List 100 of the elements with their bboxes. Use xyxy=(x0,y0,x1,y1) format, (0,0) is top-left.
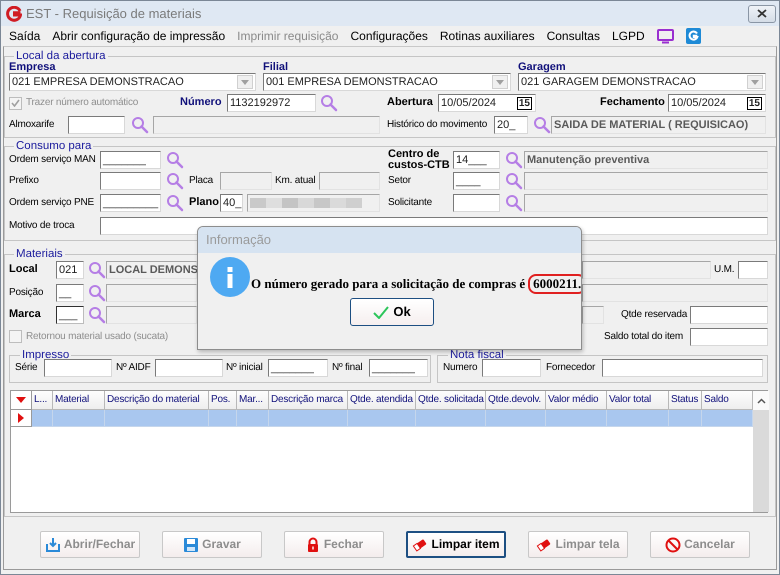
dialog-title: Informação xyxy=(198,227,581,253)
input-field[interactable]: _______ xyxy=(100,151,161,169)
readonly-field[interactable] xyxy=(319,172,380,190)
readonly-field[interactable] xyxy=(153,116,380,134)
input-field[interactable]: _________ xyxy=(100,194,161,212)
menu-item[interactable]: Rotinas auxiliares xyxy=(440,28,535,44)
input-field[interactable] xyxy=(155,359,223,377)
group-title: Nota fiscal xyxy=(449,350,505,361)
data-grid[interactable]: L... Material Descrição do material Pos. Mar... Descrição marca Qtde. atendida Qtde. solicitada Qtde.devolv. Valor médio Valor total Status Saldo xyxy=(10,390,768,513)
close-icon xyxy=(757,9,767,18)
field-label: Plano xyxy=(189,196,220,210)
input-field[interactable]: ____ xyxy=(453,172,500,190)
readonly-field[interactable] xyxy=(582,306,604,324)
field-label: Km. atual xyxy=(275,175,316,187)
readonly-field[interactable] xyxy=(582,284,768,302)
search-icon[interactable] xyxy=(88,306,106,324)
readonly-field[interactable] xyxy=(220,172,272,190)
field-label: Filial xyxy=(263,60,290,74)
dropdown-field[interactable]: 001 EMPRESA DEMONSTRACAO xyxy=(263,73,511,91)
input-field[interactable] xyxy=(738,261,768,279)
row-indicator-icon xyxy=(18,413,24,423)
caret-icon xyxy=(496,80,504,84)
readonly-field[interactable] xyxy=(524,172,768,190)
input-field[interactable] xyxy=(68,116,125,134)
readonly-field[interactable] xyxy=(106,284,197,302)
calendar-button[interactable]: 15 xyxy=(516,96,532,110)
search-icon[interactable] xyxy=(166,194,184,212)
field-label: Número xyxy=(180,96,223,110)
scroll-up-icon[interactable] xyxy=(756,398,766,404)
field-label: Nº final xyxy=(332,362,364,374)
input-field[interactable] xyxy=(690,306,768,324)
close-button[interactable] xyxy=(748,4,776,22)
input-field[interactable] xyxy=(482,359,541,377)
menu-item[interactable]: LGPD xyxy=(612,28,645,44)
search-icon[interactable] xyxy=(88,284,106,302)
input-field[interactable]: 021 xyxy=(56,261,84,279)
menu-item[interactable]: Saída xyxy=(9,28,40,44)
dropdown-field[interactable]: 021 EMPRESA DEMONSTRACAO xyxy=(9,73,256,91)
field-label: Série xyxy=(15,362,38,374)
field-label: Posição xyxy=(9,287,44,299)
search-icon[interactable] xyxy=(166,172,184,190)
input-field[interactable]: _______ xyxy=(268,359,328,377)
field-label: Fornecedor xyxy=(546,362,596,374)
readonly-field[interactable]: Manutenção preventiva xyxy=(524,151,768,169)
input-field[interactable]: _______ xyxy=(369,359,428,377)
search-icon[interactable] xyxy=(505,172,523,190)
input-field[interactable]: 20_ xyxy=(494,116,528,134)
input-field[interactable] xyxy=(453,194,500,212)
checkbox-label: Retornou material usado (sucata) xyxy=(26,330,168,342)
no-entry-icon xyxy=(665,536,682,552)
search-icon[interactable] xyxy=(320,94,338,112)
field-label: Local xyxy=(9,263,39,277)
search-icon[interactable] xyxy=(505,151,523,169)
search-icon[interactable] xyxy=(131,116,149,134)
menu-item[interactable]: Abrir configuração de impressão xyxy=(52,28,226,44)
input-field[interactable]: 14___ xyxy=(453,151,500,169)
ok-button[interactable]: Ok xyxy=(350,298,434,326)
download-icon xyxy=(44,536,61,552)
readonly-field[interactable] xyxy=(106,306,197,324)
input-field[interactable] xyxy=(100,172,161,190)
search-icon[interactable] xyxy=(88,261,106,279)
input-field[interactable]: ___ xyxy=(56,306,84,324)
readonly-field[interactable] xyxy=(524,194,768,212)
checkbox-label: Trazer número automático xyxy=(26,97,138,109)
field-label: Solicitante xyxy=(388,197,433,209)
field-label: U.M. xyxy=(714,264,736,276)
field-label: Garagem xyxy=(518,60,567,74)
app-logo[interactable] xyxy=(686,28,701,44)
input-field[interactable] xyxy=(602,359,763,377)
field-label: Almoxarife xyxy=(9,119,56,131)
input-field[interactable]: __ xyxy=(56,284,84,302)
search-icon[interactable] xyxy=(505,194,523,212)
clear-item-button[interactable]: Limpar item xyxy=(406,531,506,558)
dropdown-arrow-icon[interactable] xyxy=(16,397,26,403)
field-label: Nº AIDF xyxy=(116,362,152,374)
search-icon[interactable] xyxy=(166,151,184,169)
row-selector[interactable] xyxy=(11,410,32,427)
field-label: Fechamento xyxy=(600,96,666,110)
scrollbar[interactable] xyxy=(753,391,769,512)
readonly-field[interactable] xyxy=(247,194,380,212)
date-field[interactable]: 10/05/2024 15 xyxy=(438,94,536,112)
field-label: Setor xyxy=(388,175,412,187)
calendar-button[interactable]: 15 xyxy=(746,96,762,110)
input-field[interactable]: 40_ xyxy=(220,194,243,212)
monitor-icon[interactable] xyxy=(656,28,674,44)
input-field[interactable] xyxy=(44,359,112,377)
readonly-field[interactable] xyxy=(582,261,711,279)
readonly-field[interactable]: SAIDA DE MATERIAL ( REQUISICAO) xyxy=(551,116,766,134)
menu-item[interactable]: Consultas xyxy=(546,28,600,44)
readonly-field[interactable]: LOCAL DEMONS xyxy=(106,261,197,279)
input-field[interactable]: 1132192972 xyxy=(227,94,316,112)
search-icon[interactable] xyxy=(533,116,551,134)
group-title: Materiais xyxy=(15,249,64,260)
field-label: Motivo de troca xyxy=(9,220,76,232)
input-field[interactable] xyxy=(690,328,768,346)
dropdown-field[interactable]: 021 GARAGEM DEMONSTRACAO xyxy=(518,73,766,91)
floppy-icon xyxy=(183,536,200,552)
check-icon xyxy=(373,306,390,318)
date-field[interactable]: 10/05/2024 15 xyxy=(668,94,766,112)
menu-item[interactable]: Configurações xyxy=(350,28,428,44)
